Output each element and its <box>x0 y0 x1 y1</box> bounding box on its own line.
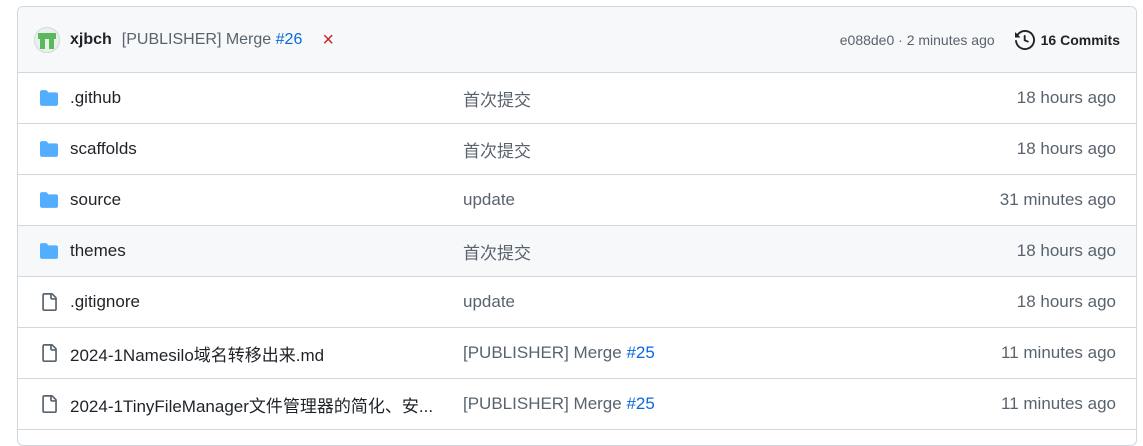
row-commit-age: 31 minutes ago <box>999 190 1116 209</box>
commit-message-text[interactable]: [PUBLISHER] Merge <box>122 31 271 48</box>
latest-commit-bar: xjbch [PUBLISHER] Merge #26 × e088de0 · … <box>18 7 1136 73</box>
row-commit-age: 18 hours ago <box>1016 292 1116 311</box>
avatar[interactable] <box>34 26 60 53</box>
folder-icon <box>38 89 60 107</box>
file-row[interactable]: scaffolds 首次提交 18 hours ago <box>18 124 1136 175</box>
row-commit-age: 18 hours ago <box>1016 241 1116 260</box>
row-commit-message-text[interactable]: [PUBLISHER] Merge <box>463 394 626 413</box>
row-commit-age: 18 hours ago <box>1016 88 1116 107</box>
file-browser: xjbch [PUBLISHER] Merge #26 × e088de0 · … <box>17 6 1137 446</box>
history-icon <box>1014 29 1035 50</box>
file-list: .github 首次提交 18 hours ago scaffolds 首次提交 18 h… <box>18 73 1136 430</box>
file-row[interactable]: 2024-1Namesilo域名转移出来.md [PUBLISHER] Merge… <box>18 328 1136 379</box>
file-icon <box>38 343 60 363</box>
file-name-link[interactable]: 2024-1Namesilo域名转移出来.md <box>70 341 455 366</box>
file-row[interactable]: 2024-1TinyFileManager文件管理器的简化、安... [PUBLI… <box>18 379 1136 430</box>
row-commit-message: [PUBLISHER] Merge #25 <box>463 394 883 414</box>
commit-author[interactable]: xjbch <box>70 31 112 49</box>
file-icon <box>38 394 60 414</box>
file-row[interactable]: themes 首次提交 18 hours ago <box>18 226 1136 277</box>
folder-icon <box>38 191 60 209</box>
row-commit-message-text[interactable]: update <box>463 190 515 209</box>
row-commit-pr-link[interactable]: #25 <box>626 343 654 362</box>
row-commit-message: 首次提交 <box>463 137 883 162</box>
commits-history-link[interactable]: 16 Commits <box>1014 29 1120 50</box>
row-commit-message-text[interactable]: 首次提交 <box>463 244 531 263</box>
file-name-link[interactable]: scaffolds <box>70 139 455 159</box>
check-failed-icon[interactable]: × <box>322 30 334 50</box>
file-row[interactable]: .gitignore update 18 hours ago <box>18 277 1136 328</box>
file-row[interactable]: source update 31 minutes ago <box>18 175 1136 226</box>
commit-sha-time[interactable]: e088de0 · 2 minutes ago <box>840 32 995 48</box>
row-commit-message-text[interactable]: [PUBLISHER] Merge <box>463 343 626 362</box>
file-name-link[interactable]: themes <box>70 241 455 261</box>
commit-message: [PUBLISHER] Merge #26 <box>122 31 303 49</box>
row-commit-message: update <box>463 190 883 210</box>
row-commit-age: 11 minutes ago <box>1001 343 1116 362</box>
file-name-link[interactable]: .github <box>70 88 455 108</box>
row-commit-message-text[interactable]: 首次提交 <box>463 91 531 110</box>
file-row[interactable]: .github 首次提交 18 hours ago <box>18 73 1136 124</box>
row-commit-pr-link[interactable]: #25 <box>626 394 654 413</box>
row-commit-age: 18 hours ago <box>1016 139 1116 158</box>
file-name-link[interactable]: source <box>70 190 455 210</box>
folder-icon <box>38 242 60 260</box>
row-commit-message: update <box>463 292 883 312</box>
row-commit-age: 11 minutes ago <box>1001 394 1116 413</box>
commit-pr-link[interactable]: #26 <box>276 31 303 48</box>
row-commit-message: 首次提交 <box>463 239 883 264</box>
file-name-link[interactable]: .gitignore <box>70 292 455 312</box>
file-icon <box>38 292 60 312</box>
row-commit-message-text[interactable]: 首次提交 <box>463 142 531 161</box>
row-commit-message-text[interactable]: update <box>463 292 515 311</box>
commits-count: 16 Commits <box>1040 31 1120 48</box>
file-name-link[interactable]: 2024-1TinyFileManager文件管理器的简化、安... <box>70 392 455 417</box>
folder-icon <box>38 140 60 158</box>
row-commit-message: 首次提交 <box>463 86 883 111</box>
row-commit-message: [PUBLISHER] Merge #25 <box>463 343 883 363</box>
